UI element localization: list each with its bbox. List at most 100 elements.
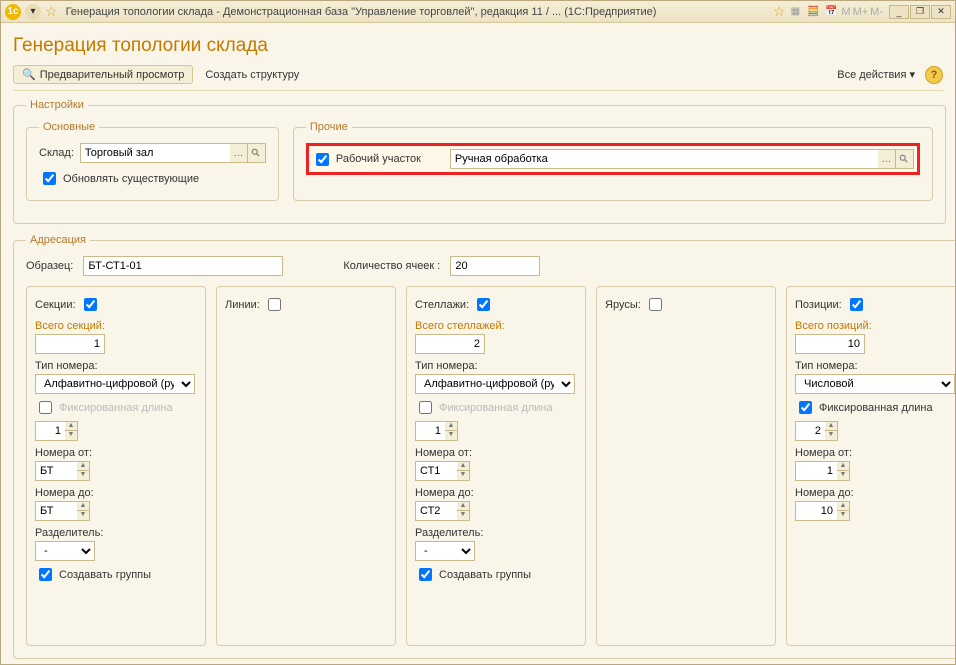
calc-icon[interactable]: 🧮 bbox=[805, 4, 821, 20]
sections-fixed-checkbox[interactable]: Фиксированная длина bbox=[35, 398, 173, 417]
cells-input[interactable] bbox=[450, 256, 540, 276]
sections-total-input[interactable] bbox=[35, 334, 105, 354]
sections-checkbox[interactable] bbox=[84, 298, 97, 311]
spin-up-icon[interactable]: ▲ bbox=[825, 422, 837, 431]
positions-to-value[interactable] bbox=[795, 501, 837, 521]
positions-fixed-spinner[interactable]: ▲▼ bbox=[795, 421, 838, 441]
close-button[interactable]: ✕ bbox=[931, 5, 951, 19]
sklad-search-button[interactable] bbox=[248, 143, 266, 163]
positions-to-spinner[interactable]: ▲▼ bbox=[795, 501, 850, 521]
spin-up-icon[interactable]: ▲ bbox=[445, 422, 457, 431]
racks-fixed-spinner[interactable]: ▲▼ bbox=[415, 421, 458, 441]
racks-groups-checkbox[interactable]: Создавать группы bbox=[415, 565, 531, 584]
sections-sep-select[interactable]: - bbox=[35, 541, 95, 561]
spin-down-icon[interactable]: ▼ bbox=[65, 431, 77, 440]
m-minus-button[interactable]: M- bbox=[870, 6, 883, 18]
spin-down-icon[interactable]: ▼ bbox=[457, 511, 469, 520]
spin-up-icon[interactable]: ▲ bbox=[837, 462, 849, 471]
sections-column: Секции: Всего секций: Тип номера: Алфави… bbox=[26, 286, 206, 646]
sample-input[interactable] bbox=[83, 256, 283, 276]
preview-icon: 🔍 bbox=[22, 68, 36, 81]
spin-up-icon[interactable]: ▲ bbox=[77, 502, 89, 511]
sections-fixed-value[interactable] bbox=[35, 421, 65, 441]
nav-dropdown-icon[interactable]: ▾ bbox=[25, 4, 41, 20]
racks-fixed-input[interactable] bbox=[419, 401, 432, 414]
racks-fixed-label: Фиксированная длина bbox=[439, 402, 553, 414]
spin-up-icon[interactable]: ▲ bbox=[77, 462, 89, 471]
work-area-input[interactable] bbox=[450, 149, 878, 169]
spin-up-icon[interactable]: ▲ bbox=[65, 422, 77, 431]
racks-from-spinner[interactable]: ▲▼ bbox=[415, 461, 470, 481]
update-existing-input[interactable] bbox=[43, 172, 56, 185]
racks-title: Стеллажи: bbox=[415, 299, 469, 311]
sections-fixed-input[interactable] bbox=[39, 401, 52, 414]
sections-from-spinner[interactable]: ▲▼ bbox=[35, 461, 90, 481]
spin-down-icon[interactable]: ▼ bbox=[837, 471, 849, 480]
create-structure-button[interactable]: Создать структуру bbox=[199, 67, 305, 83]
racks-sep-label: Разделитель: bbox=[415, 527, 577, 539]
titlebar: 1c ▾ ☆ Генерация топологии склада - Демо… bbox=[1, 1, 955, 23]
positions-fixed-input[interactable] bbox=[799, 401, 812, 414]
racks-groups-label: Создавать группы bbox=[439, 569, 531, 581]
sklad-select-button[interactable]: … bbox=[230, 143, 248, 163]
sections-groups-input[interactable] bbox=[39, 568, 52, 581]
racks-fixed-checkbox[interactable]: Фиксированная длина bbox=[415, 398, 553, 417]
positions-from-spinner[interactable]: ▲▼ bbox=[795, 461, 850, 481]
spin-down-icon[interactable]: ▼ bbox=[457, 471, 469, 480]
positions-checkbox[interactable] bbox=[850, 298, 863, 311]
calendar-icon[interactable]: 📅 bbox=[823, 4, 839, 20]
lines-checkbox[interactable] bbox=[268, 298, 281, 311]
racks-to-value[interactable] bbox=[415, 501, 457, 521]
preview-button[interactable]: 🔍 Предварительный просмотр bbox=[13, 65, 193, 84]
positions-total-input[interactable] bbox=[795, 334, 865, 354]
spin-up-icon[interactable]: ▲ bbox=[457, 462, 469, 471]
spin-down-icon[interactable]: ▼ bbox=[837, 511, 849, 520]
update-existing-checkbox[interactable]: Обновлять существующие bbox=[39, 169, 199, 188]
grid-icon[interactable]: ▦ bbox=[787, 4, 803, 20]
sections-to-spinner[interactable]: ▲▼ bbox=[35, 501, 90, 521]
sections-from-value[interactable] bbox=[35, 461, 77, 481]
sections-to-value[interactable] bbox=[35, 501, 77, 521]
positions-type-select[interactable]: Числовой bbox=[795, 374, 955, 394]
star-icon[interactable]: ☆ bbox=[773, 3, 786, 20]
spin-down-icon[interactable]: ▼ bbox=[445, 431, 457, 440]
favorite-icon[interactable]: ☆ bbox=[45, 3, 58, 20]
racks-checkbox[interactable] bbox=[477, 298, 490, 311]
restore-button[interactable]: ❐ bbox=[910, 5, 930, 19]
racks-total-input[interactable] bbox=[415, 334, 485, 354]
racks-to-spinner[interactable]: ▲▼ bbox=[415, 501, 470, 521]
spin-down-icon[interactable]: ▼ bbox=[77, 511, 89, 520]
work-area-search-button[interactable] bbox=[896, 149, 914, 169]
spin-down-icon[interactable]: ▼ bbox=[77, 471, 89, 480]
minimize-button[interactable]: _ bbox=[889, 5, 909, 19]
positions-fixed-value[interactable] bbox=[795, 421, 825, 441]
all-actions-button[interactable]: Все действия ▾ bbox=[831, 66, 921, 83]
m-button[interactable]: M bbox=[841, 6, 850, 18]
window-controls: _ ❐ ✕ bbox=[889, 5, 951, 19]
m-plus-button[interactable]: M+ bbox=[853, 6, 869, 18]
help-icon[interactable]: ? bbox=[925, 66, 943, 84]
sample-label: Образец: bbox=[26, 260, 73, 272]
positions-from-value[interactable] bbox=[795, 461, 837, 481]
sklad-input[interactable] bbox=[80, 143, 230, 163]
spin-up-icon[interactable]: ▲ bbox=[837, 502, 849, 511]
tiers-checkbox[interactable] bbox=[649, 298, 662, 311]
spin-down-icon[interactable]: ▼ bbox=[825, 431, 837, 440]
positions-to-label: Номера до: bbox=[795, 487, 955, 499]
racks-groups-input[interactable] bbox=[419, 568, 432, 581]
racks-sep-select[interactable]: - bbox=[415, 541, 475, 561]
racks-type-select[interactable]: Алфавитно-цифровой (рус.) bbox=[415, 374, 575, 394]
content-area: Генерация топологии склада 🔍 Предварител… bbox=[1, 23, 955, 664]
sections-fixed-spinner[interactable]: ▲▼ bbox=[35, 421, 78, 441]
sections-type-select[interactable]: Алфавитно-цифровой (рус.) bbox=[35, 374, 195, 394]
work-area-select-button[interactable]: … bbox=[878, 149, 896, 169]
work-area-label: Рабочий участок bbox=[336, 153, 446, 165]
spin-up-icon[interactable]: ▲ bbox=[457, 502, 469, 511]
racks-fixed-value[interactable] bbox=[415, 421, 445, 441]
work-area-checkbox[interactable] bbox=[316, 153, 329, 166]
sections-groups-checkbox[interactable]: Создавать группы bbox=[35, 565, 151, 584]
positions-fixed-checkbox[interactable]: Фиксированная длина bbox=[795, 398, 933, 417]
sections-sep-label: Разделитель: bbox=[35, 527, 197, 539]
racks-from-value[interactable] bbox=[415, 461, 457, 481]
sections-groups-label: Создавать группы bbox=[59, 569, 151, 581]
